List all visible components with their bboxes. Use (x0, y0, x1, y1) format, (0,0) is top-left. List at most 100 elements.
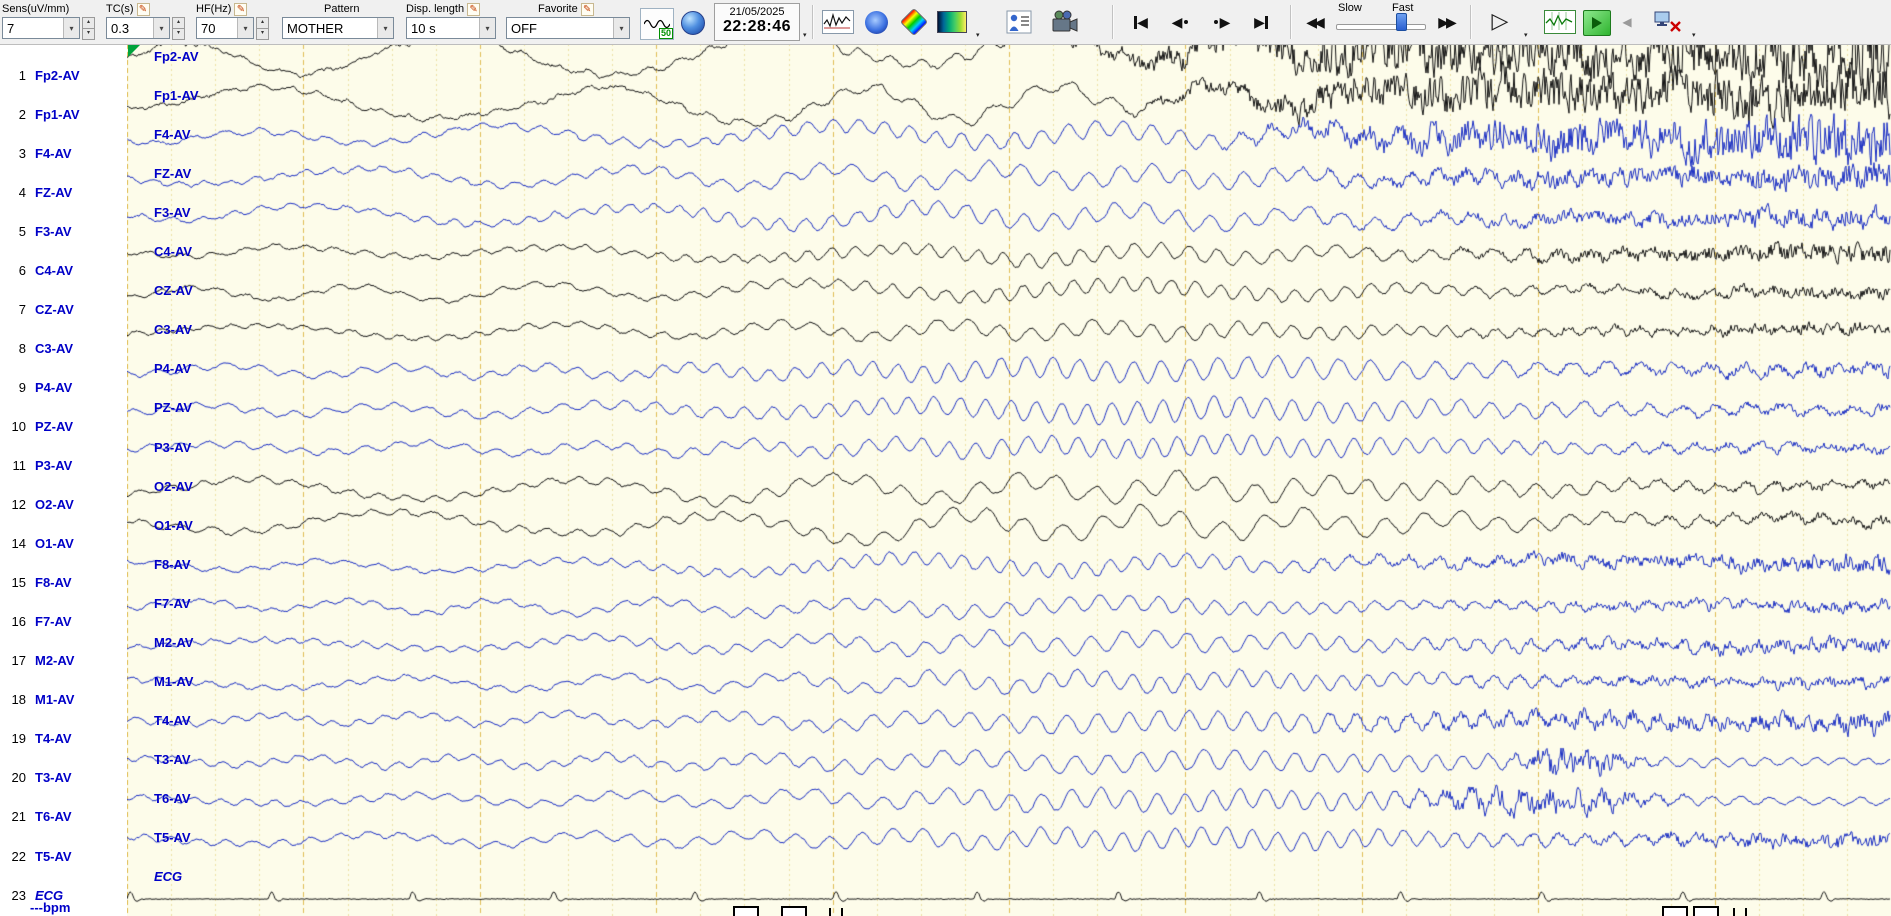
video-button[interactable] (1046, 7, 1084, 37)
channel-row-o2-av[interactable]: 12 O2-AV (6, 496, 74, 514)
toolbar-separator (1112, 5, 1114, 39)
small-left-triangle-icon: ◀ (1622, 15, 1632, 29)
channel-label: F7-AV (35, 614, 72, 630)
channel-label: F8-AV (35, 575, 72, 591)
tc-spinner[interactable]: ▴ ▾ (172, 17, 185, 40)
toolbar: Sens(uV/mm) 7 ▾ ▴ ▾ TC(s) ✎ 0.3 ▾ ▴ ▾ HF(Hz… (0, 0, 1891, 45)
disp-length-edit-icon[interactable]: ✎ (467, 2, 481, 16)
event-marker-box[interactable] (1662, 906, 1688, 916)
channel-row-fp1-av[interactable]: 2 Fp1-AV (6, 105, 80, 123)
pattern-value: MOTHER (287, 20, 344, 36)
spin-down-icon[interactable]: ▾ (82, 28, 95, 40)
channel-row-t6-av[interactable]: 21 T6-AV (6, 808, 72, 826)
channel-row-c3-av[interactable]: 8 C3-AV (6, 339, 73, 357)
channel-label: O1-AV (35, 536, 74, 552)
spin-down-icon[interactable]: ▾ (256, 28, 269, 40)
favorite-edit-icon[interactable]: ✎ (580, 2, 594, 16)
speed-slider-thumb[interactable] (1396, 13, 1407, 31)
channel-label: M2-AV (35, 653, 75, 669)
event-marker-box[interactable] (1693, 906, 1719, 916)
channel-row-cz-av[interactable]: 7 CZ-AV (6, 300, 74, 318)
rewind-icon: ◀◀ (1306, 14, 1324, 30)
channel-row-t4-av[interactable]: 19 T4-AV (6, 730, 72, 748)
channel-row-f8-av[interactable]: 15 F8-AV (6, 574, 72, 592)
live-eeg-button[interactable] (1542, 8, 1578, 36)
channel-row-m1-av[interactable]: 18 M1-AV (6, 691, 75, 709)
channel-row-t5-av[interactable]: 22 T5-AV (6, 847, 72, 865)
step-back-button[interactable]: ◀ (1162, 8, 1200, 36)
go-first-page-button[interactable]: ◀ (1122, 8, 1160, 36)
sens-select[interactable]: 7 ▾ (2, 17, 80, 39)
spectrogram-button[interactable] (934, 8, 970, 36)
network-disconnect-button[interactable] (1648, 7, 1688, 37)
channel-row-fp2-av[interactable]: 1 Fp2-AV (6, 66, 80, 84)
eeg-graph-icon (822, 10, 854, 34)
back-small-button[interactable]: ◀ (1618, 11, 1636, 33)
channel-number: 21 (11, 809, 26, 825)
sens-dropdown-arrow[interactable]: ▾ (63, 18, 79, 38)
start-playback-button[interactable] (1582, 9, 1612, 36)
channel-number: 10 (11, 418, 26, 434)
event-marker-tick[interactable] (841, 908, 843, 916)
rewind-button[interactable]: ◀◀ (1296, 8, 1332, 36)
channel-row-pz-av[interactable]: 10 PZ-AV (6, 417, 74, 435)
eeg-graph-view-button[interactable] (820, 7, 856, 37)
event-marker-box[interactable] (781, 906, 807, 916)
fast-forward-button[interactable]: ▶▶ (1428, 8, 1464, 36)
right-triangle-icon: ▶ (1254, 14, 1265, 30)
hf-select[interactable]: 70 ▾ (196, 17, 254, 39)
step-forward-button[interactable]: ▶ (1202, 8, 1240, 36)
favorite-select[interactable]: OFF ▾ (506, 17, 630, 39)
date-text: 21/05/2025 (729, 6, 785, 18)
sens-spinner[interactable]: ▴ ▾ (82, 17, 95, 40)
favorite-dropdown-arrow[interactable]: ▾ (613, 18, 629, 38)
eeg-traces-canvas[interactable] (127, 44, 1891, 916)
event-marker-tick[interactable] (829, 908, 831, 916)
pattern-select[interactable]: MOTHER ▾ (282, 17, 394, 39)
hf-spinner[interactable]: ▴ ▾ (256, 17, 269, 40)
channel-row-p4-av[interactable]: 9 P4-AV (6, 378, 73, 396)
channel-row-c4-av[interactable]: 6 C4-AV (6, 261, 73, 279)
globe-button[interactable] (678, 9, 708, 37)
disp-length-select[interactable]: 10 s ▾ (406, 17, 496, 39)
pattern-dropdown-arrow[interactable]: ▾ (377, 18, 393, 38)
spin-down-icon[interactable]: ▾ (172, 28, 185, 40)
notch-50-badge: 50 (658, 28, 673, 39)
patient-info-button[interactable] (1000, 7, 1038, 37)
channel-row-f3-av[interactable]: 5 F3-AV (6, 222, 72, 240)
overflow-dot-icon: ▾ (1524, 32, 1528, 39)
tc-select[interactable]: 0.3 ▾ (106, 17, 170, 39)
go-last-page-button[interactable]: ▶ (1242, 8, 1280, 36)
disp-length-dropdown-arrow[interactable]: ▾ (479, 18, 495, 38)
tc-dropdown-arrow[interactable]: ▾ (153, 18, 169, 38)
channel-number: 19 (11, 731, 26, 747)
wave-filter-button[interactable]: 50 (640, 8, 674, 40)
channel-number: 1 (18, 67, 26, 83)
green-eeg-icon (1544, 10, 1576, 34)
left-triangle-icon: ◀ (1137, 14, 1148, 30)
hf-edit-icon[interactable]: ✎ (234, 2, 248, 16)
channel-number: 23 (11, 887, 26, 903)
tc-edit-icon[interactable]: ✎ (136, 2, 150, 16)
channel-row-f7-av[interactable]: 16 F7-AV (6, 613, 72, 631)
play-button[interactable]: ▷ (1480, 6, 1520, 36)
brain-map-button[interactable] (858, 7, 894, 37)
trend-map-button[interactable] (896, 7, 932, 37)
hf-dropdown-arrow[interactable]: ▾ (237, 18, 253, 38)
channel-row-f4-av[interactable]: 3 F4-AV (6, 144, 72, 162)
channel-row-fz-av[interactable]: 4 FZ-AV (6, 183, 73, 201)
brain-topography-icon (864, 10, 888, 34)
channel-number: 4 (18, 184, 26, 200)
event-marker-tick[interactable] (1733, 908, 1735, 916)
event-marker-tick[interactable] (1745, 908, 1747, 916)
channel-row-o1-av[interactable]: 14 O1-AV (6, 535, 74, 553)
spectrogram-icon (937, 11, 967, 33)
channel-number: 2 (18, 106, 26, 122)
channel-row-m2-av[interactable]: 17 M2-AV (6, 652, 75, 670)
event-marker-box[interactable] (733, 906, 759, 916)
channel-row-t3-av[interactable]: 20 T3-AV (6, 769, 72, 787)
position-marker-triangle[interactable] (128, 44, 141, 57)
channel-row-p3-av[interactable]: 11 P3-AV (6, 457, 73, 475)
speed-slider-track[interactable] (1336, 24, 1426, 30)
sens-label: Sens(uV/mm) (2, 3, 70, 15)
